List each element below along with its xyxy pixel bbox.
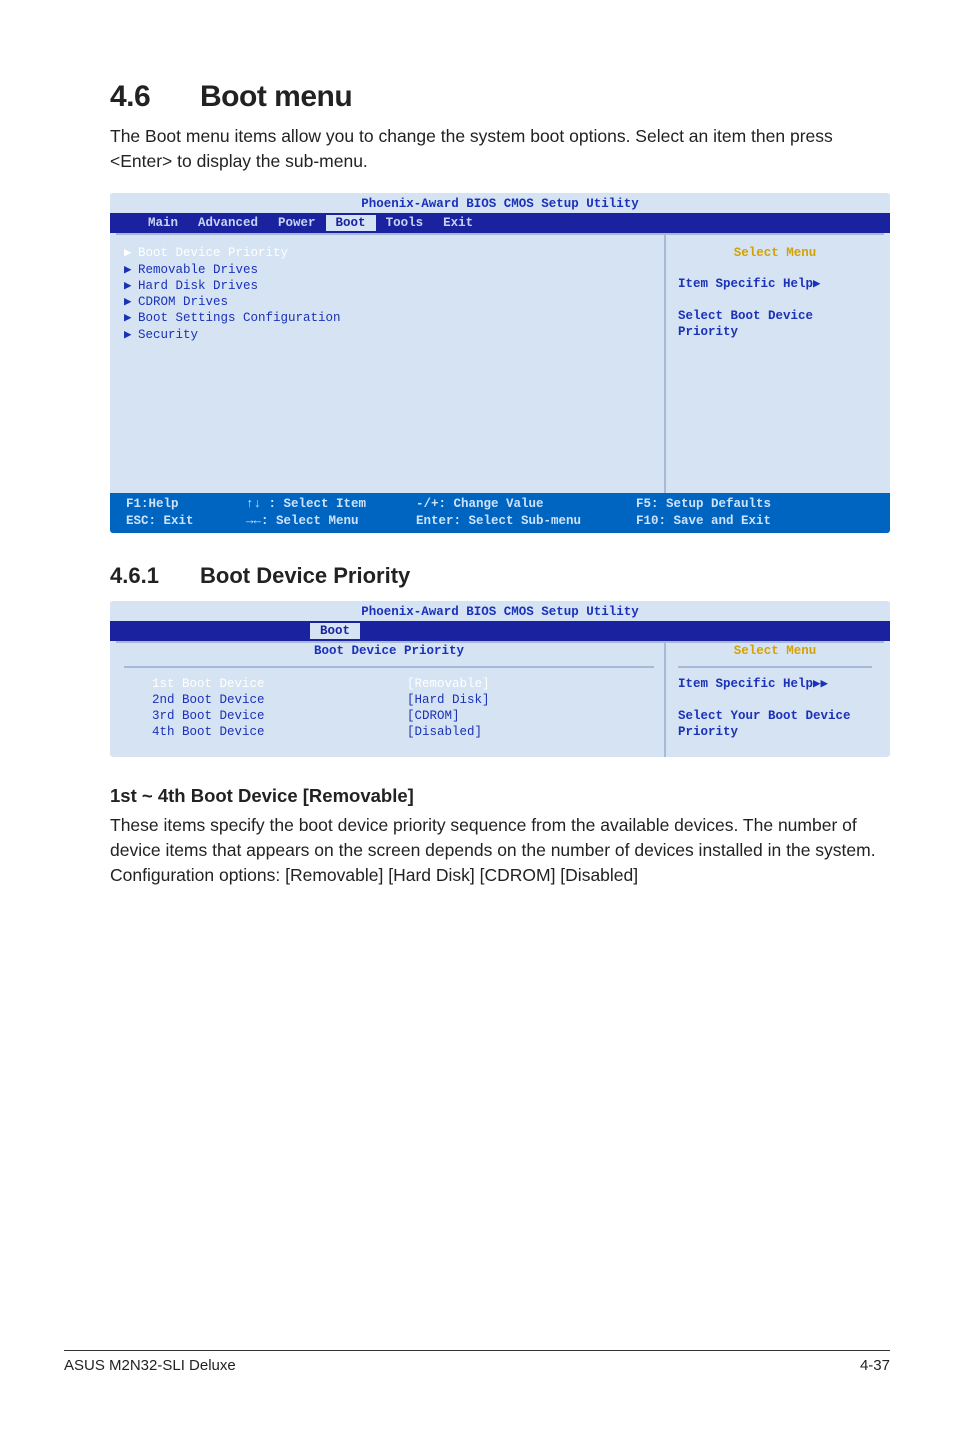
footer-product: ASUS M2N32-SLI Deluxe	[64, 1357, 236, 1374]
key-hint-f5: F5: Setup Defaults	[636, 496, 878, 512]
bios-tabbar: Boot	[110, 621, 890, 641]
menu-item-label: Hard Disk Drives	[138, 279, 258, 293]
menu-item-label: CDROM Drives	[138, 295, 228, 309]
bios-tabbar: Main Advanced Power Boot Tools Exit	[110, 213, 890, 233]
boot-device-label: 3rd Boot Device	[152, 708, 407, 724]
tab-boot[interactable]: Boot	[326, 215, 376, 231]
tab-tools[interactable]: Tools	[376, 215, 434, 231]
item-specific-help-label: Item Specific Help▶	[678, 276, 872, 292]
boot-device-label: 1st Boot Device	[152, 676, 407, 692]
boot-device-value: [Disabled]	[407, 724, 482, 740]
tab-exit[interactable]: Exit	[433, 215, 483, 231]
bios-right-pane: Select Menu Item Specific Help▶▶ Select …	[666, 643, 884, 756]
right-pane-title: Select Menu	[678, 245, 872, 261]
tab-power[interactable]: Power	[268, 215, 326, 231]
play-arrow-icon: ▶▶	[813, 677, 828, 691]
menu-item-boot-device-priority[interactable]: ▶Boot Device Priority	[124, 245, 654, 261]
boot-device-row-4[interactable]: 4th Boot Device [Disabled]	[152, 724, 654, 740]
key-hint-f10: F10: Save and Exit	[636, 513, 878, 529]
bios-right-pane: Select Menu Item Specific Help▶ Select B…	[666, 235, 884, 493]
section-heading: 4.6Boot menu	[110, 80, 890, 114]
bios-left-pane: Boot Device Priority 1st Boot Device [Re…	[116, 643, 666, 756]
menu-item-removable-drives[interactable]: ▶Removable Drives	[124, 262, 654, 278]
item-specific-help-label: Item Specific Help▶▶	[678, 676, 872, 692]
boot-device-value: [CDROM]	[407, 708, 460, 724]
left-pane-header: Boot Device Priority	[124, 643, 654, 667]
section-number: 4.6	[110, 80, 200, 114]
boot-device-label: 4th Boot Device	[152, 724, 407, 740]
help-label-text: Item Specific Help	[678, 677, 813, 691]
boot-device-row-1[interactable]: 1st Boot Device [Removable]	[152, 676, 654, 692]
menu-item-boot-settings-configuration[interactable]: ▶Boot Settings Configuration	[124, 310, 654, 326]
help-label-text: Item Specific Help	[678, 277, 813, 291]
menu-item-cdrom-drives[interactable]: ▶CDROM Drives	[124, 294, 654, 310]
tab-boot[interactable]: Boot	[310, 623, 360, 639]
menu-item-label: Boot Settings Configuration	[138, 311, 341, 325]
submenu-arrow-icon: ▶	[124, 278, 138, 294]
menu-item-security[interactable]: ▶Security	[124, 327, 654, 343]
subsection-title: Boot Device Priority	[200, 563, 410, 588]
boot-device-value: [Hard Disk]	[407, 692, 490, 708]
bios-screenshot-boot-menu: Phoenix-Award BIOS CMOS Setup Utility Ma…	[110, 193, 890, 533]
footer-page-number: 4-37	[860, 1357, 890, 1374]
section-title: Boot menu	[200, 80, 352, 113]
right-pane-title: Select Menu	[678, 643, 872, 667]
play-arrow-icon: ▶	[813, 277, 821, 291]
bios-body: ▶Boot Device Priority ▶Removable Drives …	[116, 233, 884, 493]
subsection-number: 4.6.1	[110, 563, 200, 589]
item-specific-help-body: Select Your Boot Device Priority	[678, 708, 872, 741]
menu-item-label: Security	[138, 328, 198, 342]
boot-device-label: 2nd Boot Device	[152, 692, 407, 708]
key-hint-updown: ↑↓ : Select Item	[246, 496, 416, 512]
boot-device-value: [Removable]	[407, 676, 490, 692]
menu-item-label: Removable Drives	[138, 263, 258, 277]
key-hint-esc: ESC: Exit	[126, 513, 246, 529]
key-hint-enter: Enter: Select Sub-menu	[416, 513, 636, 529]
key-hint-plusminus: -/+: Change Value	[416, 496, 636, 512]
menu-item-hard-disk-drives[interactable]: ▶Hard Disk Drives	[124, 278, 654, 294]
bios-screenshot-boot-priority: Phoenix-Award BIOS CMOS Setup Utility Bo…	[110, 601, 890, 757]
submenu-arrow-icon: ▶	[124, 310, 138, 326]
item-specific-help-body: Select Boot Device Priority	[678, 308, 872, 341]
section-intro: The Boot menu items allow you to change …	[110, 124, 890, 175]
option-heading: 1st ~ 4th Boot Device [Removable]	[110, 785, 890, 807]
tab-advanced[interactable]: Advanced	[188, 215, 268, 231]
bios-utility-title: Phoenix-Award BIOS CMOS Setup Utility	[110, 601, 890, 621]
boot-device-row-3[interactable]: 3rd Boot Device [CDROM]	[152, 708, 654, 724]
menu-item-label: Boot Device Priority	[138, 246, 288, 260]
bios-left-pane: ▶Boot Device Priority ▶Removable Drives …	[116, 235, 666, 493]
option-description: These items specify the boot device prio…	[110, 813, 890, 889]
key-hint-f1: F1:Help	[126, 496, 246, 512]
bios-body: Boot Device Priority 1st Boot Device [Re…	[116, 641, 884, 756]
key-hint-leftright: →←: Select Menu	[246, 513, 416, 529]
subsection-heading: 4.6.1Boot Device Priority	[110, 563, 890, 589]
submenu-arrow-icon: ▶	[124, 262, 138, 278]
submenu-arrow-icon: ▶	[124, 245, 138, 261]
boot-device-row-2[interactable]: 2nd Boot Device [Hard Disk]	[152, 692, 654, 708]
page-footer: ASUS M2N32-SLI Deluxe 4-37	[64, 1350, 890, 1374]
tab-main[interactable]: Main	[138, 215, 188, 231]
bios-footer: F1:Help ↑↓ : Select Item -/+: Change Val…	[110, 493, 890, 533]
bios-utility-title: Phoenix-Award BIOS CMOS Setup Utility	[110, 193, 890, 213]
submenu-arrow-icon: ▶	[124, 294, 138, 310]
submenu-arrow-icon: ▶	[124, 327, 138, 343]
